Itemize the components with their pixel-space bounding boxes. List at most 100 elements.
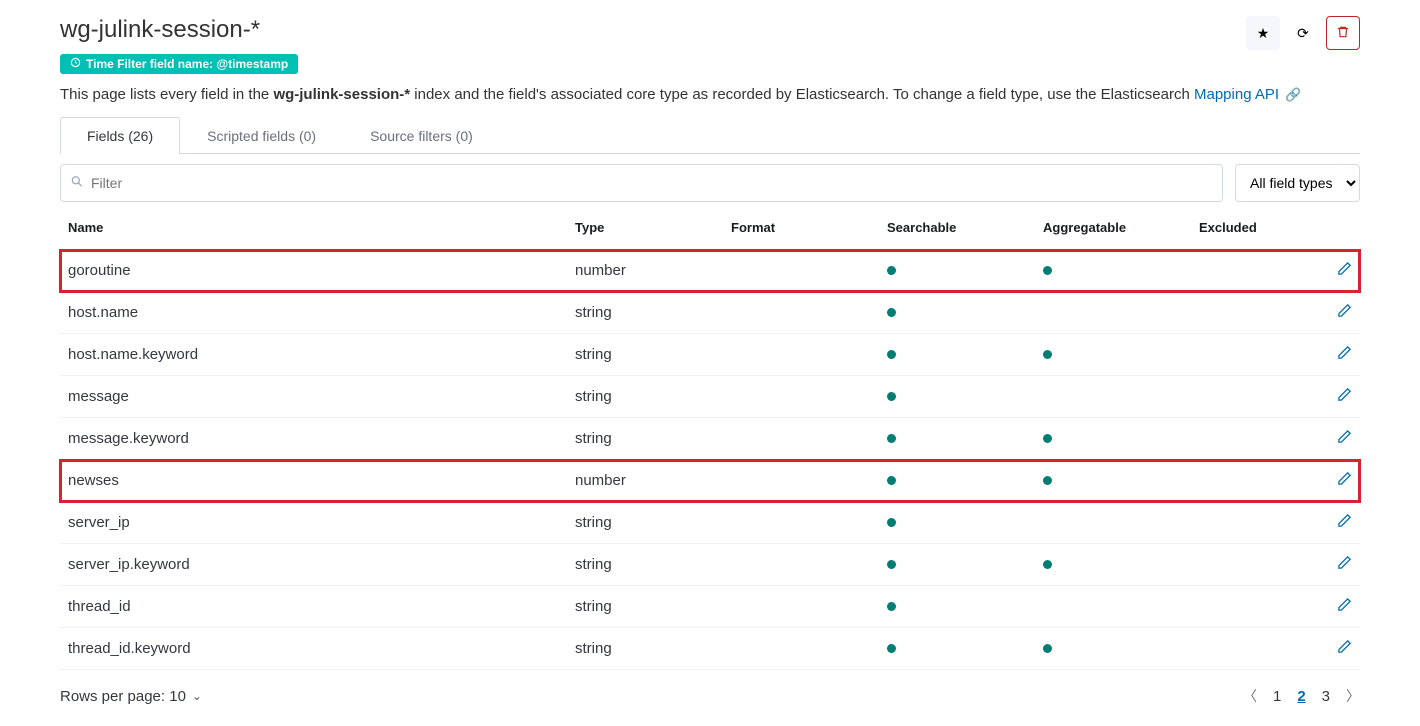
delete-button[interactable]	[1326, 16, 1360, 50]
field-searchable	[879, 292, 1035, 334]
table-row: thread_id.keywordstring	[60, 628, 1360, 670]
field-name: thread_id.keyword	[60, 628, 567, 670]
field-name: thread_id	[60, 586, 567, 628]
field-excluded	[1191, 418, 1308, 460]
tab-0[interactable]: Fields (26)	[60, 117, 180, 154]
trash-icon	[1336, 25, 1350, 42]
field-name: server_ip	[60, 502, 567, 544]
dot-icon	[887, 266, 896, 275]
refresh-button[interactable]: ⟳	[1286, 16, 1320, 50]
page-title: wg-julink-session-*	[60, 16, 260, 44]
field-aggregatable	[1035, 418, 1191, 460]
table-row: goroutinenumber	[60, 250, 1360, 292]
pager-page-1[interactable]: 1	[1273, 688, 1281, 705]
table-row: host.name.keywordstring	[60, 334, 1360, 376]
field-excluded	[1191, 250, 1308, 292]
external-link-icon: 🔗	[1285, 87, 1301, 102]
field-aggregatable	[1035, 628, 1191, 670]
pencil-icon[interactable]	[1337, 431, 1352, 448]
field-type: string	[567, 334, 723, 376]
field-type: string	[567, 628, 723, 670]
field-name: server_ip.keyword	[60, 544, 567, 586]
clock-icon	[70, 57, 81, 71]
field-excluded	[1191, 292, 1308, 334]
column-name[interactable]: Name	[60, 210, 567, 250]
field-aggregatable	[1035, 334, 1191, 376]
dot-icon	[887, 308, 896, 317]
chevron-down-icon: ⌄	[192, 689, 202, 703]
field-format	[723, 544, 879, 586]
column-format[interactable]: Format	[723, 210, 879, 250]
dot-icon	[887, 602, 896, 611]
pager-prev[interactable]: 〈	[1243, 686, 1257, 706]
rows-per-page[interactable]: Rows per page: 10 ⌄	[60, 688, 202, 705]
pager-next[interactable]: 〉	[1346, 686, 1360, 706]
field-searchable	[879, 418, 1035, 460]
column-excluded[interactable]: Excluded	[1191, 210, 1308, 250]
field-aggregatable	[1035, 250, 1191, 292]
pencil-icon[interactable]	[1337, 473, 1352, 490]
column-aggregatable[interactable]: Aggregatable	[1035, 210, 1191, 250]
mapping-api-link[interactable]: Mapping API	[1194, 86, 1279, 103]
pager-page-2[interactable]: 2	[1297, 688, 1305, 705]
field-format	[723, 376, 879, 418]
page-description: This page lists every field in the wg-ju…	[60, 86, 1360, 103]
field-type: string	[567, 586, 723, 628]
dot-icon	[1043, 434, 1052, 443]
field-searchable	[879, 334, 1035, 376]
badge-text: Time Filter field name: @timestamp	[86, 57, 288, 71]
dot-icon	[887, 476, 896, 485]
pencil-icon[interactable]	[1337, 347, 1352, 364]
star-icon: ★	[1257, 25, 1270, 42]
dot-icon	[1043, 350, 1052, 359]
field-excluded	[1191, 502, 1308, 544]
field-name: host.name.keyword	[60, 334, 567, 376]
field-searchable	[879, 250, 1035, 292]
pencil-icon[interactable]	[1337, 599, 1352, 616]
dot-icon	[1043, 560, 1052, 569]
field-searchable	[879, 586, 1035, 628]
pencil-icon[interactable]	[1337, 515, 1352, 532]
pencil-icon[interactable]	[1337, 389, 1352, 406]
tab-1[interactable]: Scripted fields (0)	[180, 117, 343, 154]
field-searchable	[879, 460, 1035, 502]
table-row: server_ip.keywordstring	[60, 544, 1360, 586]
column-type[interactable]: Type	[567, 210, 723, 250]
dot-icon	[887, 434, 896, 443]
field-searchable	[879, 502, 1035, 544]
dot-icon	[887, 350, 896, 359]
field-format	[723, 502, 879, 544]
pencil-icon[interactable]	[1337, 305, 1352, 322]
tab-2[interactable]: Source filters (0)	[343, 117, 500, 154]
pager: 〈 123 〉	[1243, 686, 1360, 706]
dot-icon	[887, 392, 896, 401]
table-row: message.keywordstring	[60, 418, 1360, 460]
field-format	[723, 250, 879, 292]
pencil-icon[interactable]	[1337, 557, 1352, 574]
field-format	[723, 292, 879, 334]
pencil-icon[interactable]	[1337, 641, 1352, 658]
pencil-icon[interactable]	[1337, 263, 1352, 280]
field-format	[723, 334, 879, 376]
field-excluded	[1191, 586, 1308, 628]
field-type: number	[567, 250, 723, 292]
pager-page-3[interactable]: 3	[1322, 688, 1330, 705]
field-aggregatable	[1035, 502, 1191, 544]
field-aggregatable	[1035, 460, 1191, 502]
table-row: server_ipstring	[60, 502, 1360, 544]
column-searchable[interactable]: Searchable	[879, 210, 1035, 250]
field-excluded	[1191, 376, 1308, 418]
dot-icon	[887, 518, 896, 527]
star-button[interactable]: ★	[1246, 16, 1280, 50]
refresh-icon: ⟳	[1297, 25, 1309, 42]
field-aggregatable	[1035, 586, 1191, 628]
field-excluded	[1191, 334, 1308, 376]
field-type-select[interactable]: All field types	[1235, 164, 1360, 202]
dot-icon	[1043, 644, 1052, 653]
filter-input[interactable]	[60, 164, 1223, 202]
field-format	[723, 586, 879, 628]
time-filter-badge: Time Filter field name: @timestamp	[60, 54, 298, 74]
field-aggregatable	[1035, 376, 1191, 418]
field-type: string	[567, 502, 723, 544]
field-aggregatable	[1035, 544, 1191, 586]
